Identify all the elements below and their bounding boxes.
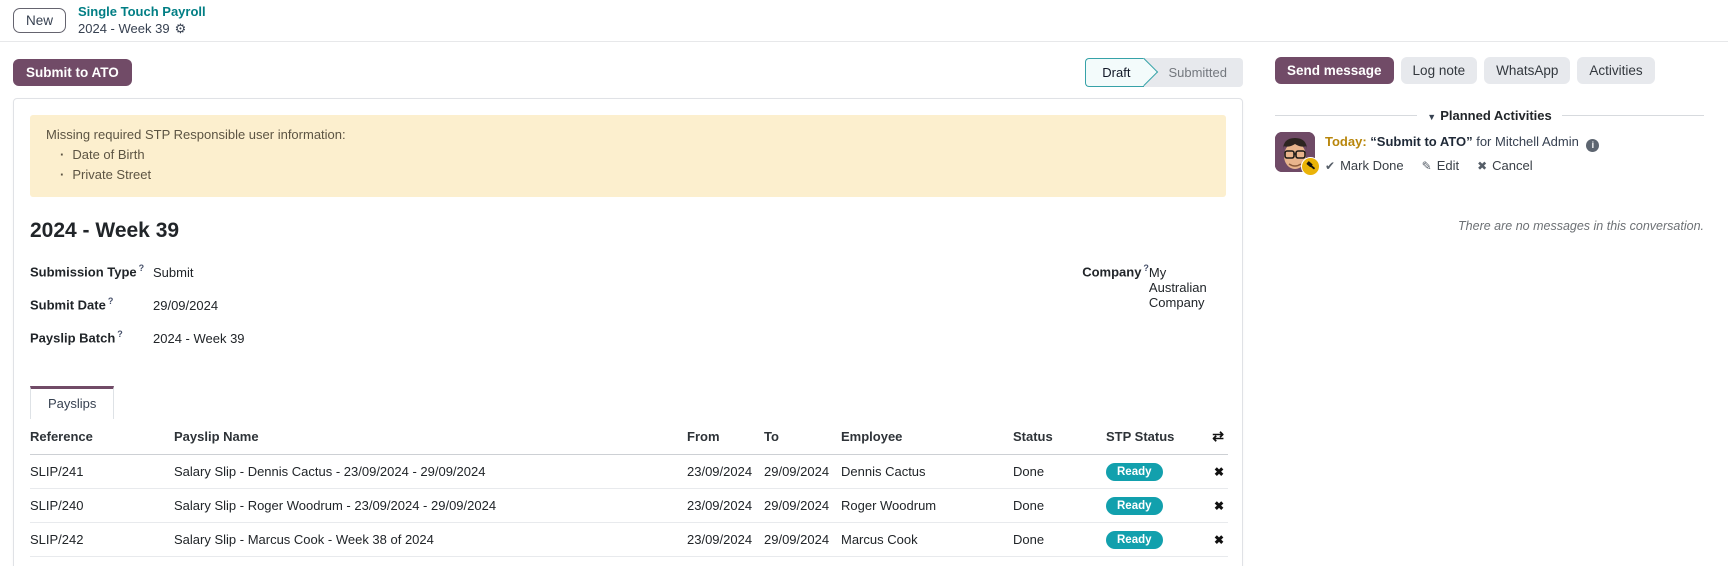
field-value-submission-type[interactable]: Submit [153,265,193,280]
tab-payslips[interactable]: Payslips [30,386,114,419]
divider [1275,115,1417,116]
payslips-table: Reference Payslip Name From To Employee … [30,419,1228,557]
table-row[interactable]: SLIP/240 Salary Slip - Roger Woodrum - 2… [30,489,1228,523]
alert-item: Private Street [60,165,1210,185]
stp-status-badge: Ready [1106,463,1163,481]
cell-from: 23/09/2024 [687,489,764,523]
alert-title: Missing required STP Responsible user in… [46,125,1210,145]
delete-row-icon[interactable]: ✖ [1214,465,1224,479]
table-row[interactable]: SLIP/241 Salary Slip - Dennis Cactus - 2… [30,455,1228,489]
col-header-payslip-name[interactable]: Payslip Name [174,419,687,455]
form-view: Submit to ATO Draft Submitted Missing re… [0,42,1256,566]
field-group-left: Submission Type? Submit Submit Date? 29/… [30,263,592,362]
field-value-submit-date[interactable]: 29/09/2024 [153,298,218,313]
cell-to: 29/09/2024 [764,455,841,489]
form-sheet: Missing required STP Responsible user in… [13,98,1243,566]
stp-status-badge: Ready [1106,497,1163,515]
delete-row-icon[interactable]: ✖ [1214,499,1224,513]
cell-employee: Marcus Cook [841,523,1013,557]
cell-reference: SLIP/241 [30,455,174,489]
help-icon[interactable]: ? [139,263,145,273]
log-note-button[interactable]: Log note [1401,57,1478,84]
whatsapp-button[interactable]: WhatsApp [1484,57,1570,84]
activity-summary: “Submit to ATO” [1370,134,1472,149]
col-header-stp-status[interactable]: STP Status [1106,419,1212,455]
cancel-activity-button[interactable]: ✖Cancel [1477,158,1533,173]
info-icon[interactable]: i [1586,139,1599,152]
statusbar: Submit to ATO Draft Submitted [13,57,1243,87]
cell-payslip-name: Salary Slip - Roger Woodrum - 23/09/2024… [174,489,687,523]
activity-item: Today: “Submit to ATO” for Mitchell Admi… [1275,132,1704,173]
pencil-icon: ✎ [1422,159,1432,173]
check-icon: ✔ [1325,159,1335,173]
breadcrumb-record: 2024 - Week 39 [78,21,170,37]
cell-status: Done [1013,523,1106,557]
activity-due-date: Today: [1325,134,1367,149]
optional-columns-icon[interactable]: ⇄ [1212,428,1224,444]
activity-type-badge-icon [1301,157,1320,176]
status-step-draft[interactable]: Draft [1085,58,1144,87]
help-icon[interactable]: ? [108,296,114,306]
cell-to: 29/09/2024 [764,489,841,523]
chatter-buttons: Send message Log note WhatsApp Activitie… [1275,57,1704,84]
field-label-payslip-batch: Payslip Batch? [30,329,153,345]
status-steps: Draft Submitted [1085,58,1243,87]
cell-reference: SLIP/242 [30,523,174,557]
field-value-payslip-batch[interactable]: 2024 - Week 39 [153,331,245,346]
help-icon[interactable]: ? [117,329,123,339]
chevron-down-icon: ▼ [1427,112,1436,122]
cell-reference: SLIP/240 [30,489,174,523]
send-message-button[interactable]: Send message [1275,57,1394,84]
field-label-company: Company? [1082,263,1149,279]
breadcrumb-app-link[interactable]: Single Touch Payroll [78,4,206,20]
mark-done-button[interactable]: ✔Mark Done [1325,158,1404,173]
col-header-to[interactable]: To [764,419,841,455]
notebook-tabs: Payslips [30,386,1226,419]
new-button[interactable]: New [13,8,66,33]
alert-item: Date of Birth [60,145,1210,165]
field-group-right: Company? My Australian Company [612,263,1226,362]
gear-icon[interactable]: ⚙ [175,21,187,37]
status-step-submitted[interactable]: Submitted [1144,58,1243,87]
field-value-company[interactable]: My Australian Company [1149,265,1226,310]
cell-from: 23/09/2024 [687,523,764,557]
cell-payslip-name: Salary Slip - Dennis Cactus - 23/09/2024… [174,455,687,489]
divider [1562,115,1704,116]
submit-to-ato-button[interactable]: Submit to ATO [13,59,132,86]
cell-status: Done [1013,455,1106,489]
cell-employee: Roger Woodrum [841,489,1013,523]
cell-status: Done [1013,489,1106,523]
col-header-reference[interactable]: Reference [30,419,174,455]
col-header-employee[interactable]: Employee [841,419,1013,455]
cell-employee: Dennis Cactus [841,455,1013,489]
chatter-panel: Send message Log note WhatsApp Activitie… [1256,42,1728,566]
record-title: 2024 - Week 39 [30,219,1226,243]
empty-conversation-text: There are no messages in this conversati… [1275,219,1704,233]
planned-activities-toggle[interactable]: ▼Planned Activities [1427,108,1551,123]
breadcrumb-bar: New Single Touch Payroll 2024 - Week 39 … [0,0,1728,42]
stp-warning-alert: Missing required STP Responsible user in… [30,115,1226,197]
field-label-submission-type: Submission Type? [30,263,153,279]
cell-from: 23/09/2024 [687,455,764,489]
activities-button[interactable]: Activities [1577,57,1654,84]
edit-activity-button[interactable]: ✎Edit [1422,158,1459,173]
table-row[interactable]: SLIP/242 Salary Slip - Marcus Cook - Wee… [30,523,1228,557]
cell-to: 29/09/2024 [764,523,841,557]
col-header-from[interactable]: From [687,419,764,455]
cell-payslip-name: Salary Slip - Marcus Cook - Week 38 of 2… [174,523,687,557]
stp-status-badge: Ready [1106,531,1163,549]
col-header-status[interactable]: Status [1013,419,1106,455]
breadcrumb: Single Touch Payroll 2024 - Week 39 ⚙ [78,4,206,37]
planned-activities-header: ▼Planned Activities [1275,108,1704,123]
close-icon: ✖ [1477,159,1487,173]
activity-assignee: for Mitchell Admin [1476,134,1579,149]
field-label-submit-date: Submit Date? [30,296,153,312]
delete-row-icon[interactable]: ✖ [1214,533,1224,547]
table-header-row: Reference Payslip Name From To Employee … [30,419,1228,455]
